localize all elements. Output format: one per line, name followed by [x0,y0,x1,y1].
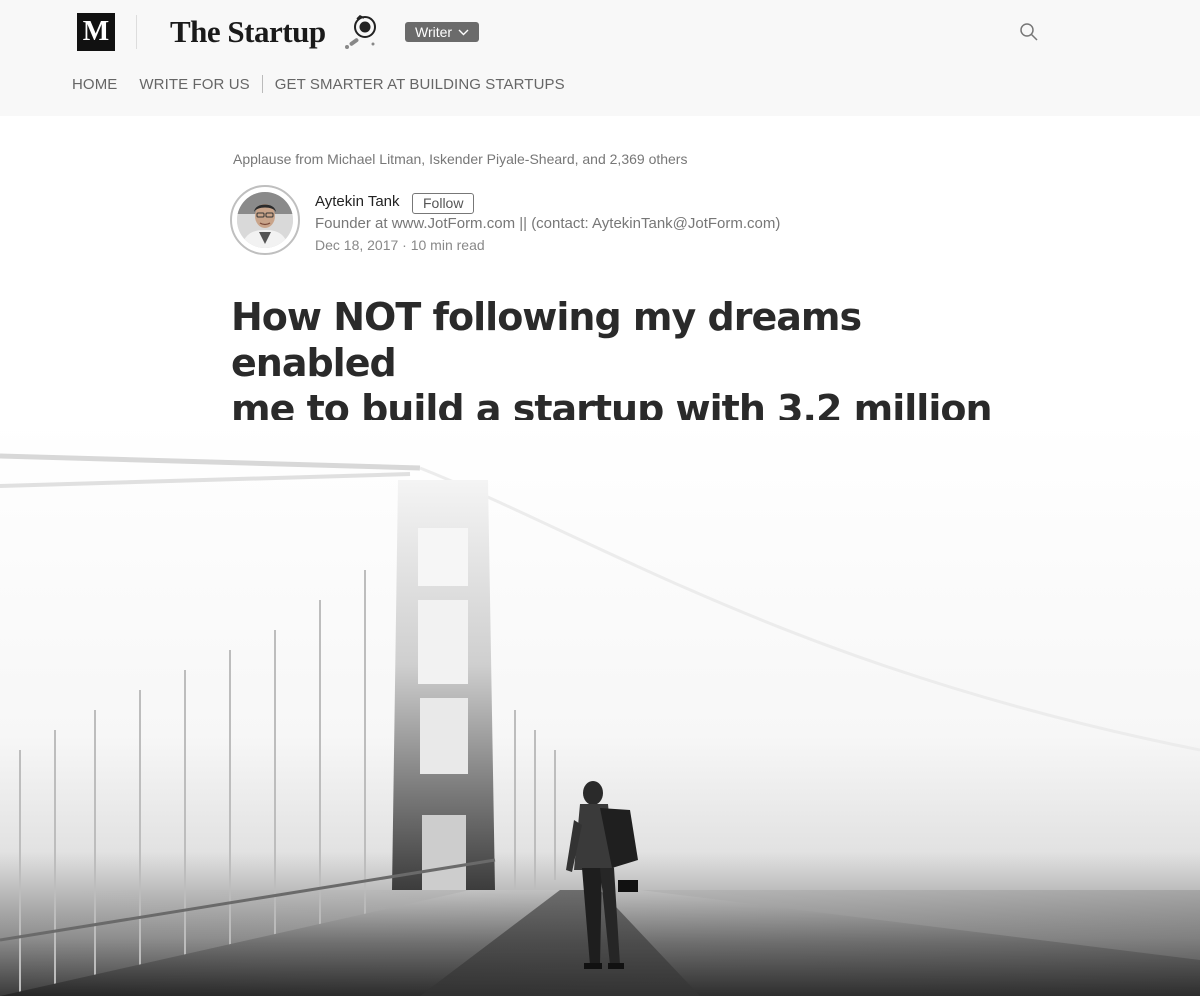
hero-image [0,420,1200,996]
nav-item-get-smarter[interactable]: GET SMARTER AT BUILDING STARTUPS [275,76,565,93]
header-divider [136,15,137,49]
chevron-down-icon [458,29,469,35]
publication-nav: HOME WRITE FOR US GET SMARTER AT BUILDIN… [72,74,565,94]
avatar [237,192,293,248]
writer-dropdown[interactable]: Writer [405,22,480,42]
nav-item-write-for-us[interactable]: WRITE FOR US [139,76,249,93]
author-avatar[interactable] [230,185,300,255]
title-line-1: How NOT following my dreams enabled [231,295,862,385]
article-page: M The Startup Writer HOME WRITE FOR US G… [0,0,1200,996]
author-bio: Founder at www.JotForm.com || (contact: … [315,215,781,232]
post-date-readtime: Dec 18, 2017 · 10 min read [315,237,485,253]
applause-text[interactable]: Applause from Michael Litman, Iskender P… [233,151,687,167]
nav-separator [261,75,263,93]
search-icon[interactable] [1019,22,1039,42]
publication-header: M The Startup Writer HOME WRITE FOR US G… [0,0,1200,116]
writer-label: Writer [415,24,453,40]
nav-item-home[interactable]: HOME [72,76,117,93]
follow-button[interactable]: Follow [412,193,475,214]
medium-logo[interactable]: M [77,13,115,51]
author-name[interactable]: Aytekin Tank [315,193,400,210]
publication-name[interactable]: The Startup [170,12,326,52]
publication-emblem-icon [343,14,381,57]
